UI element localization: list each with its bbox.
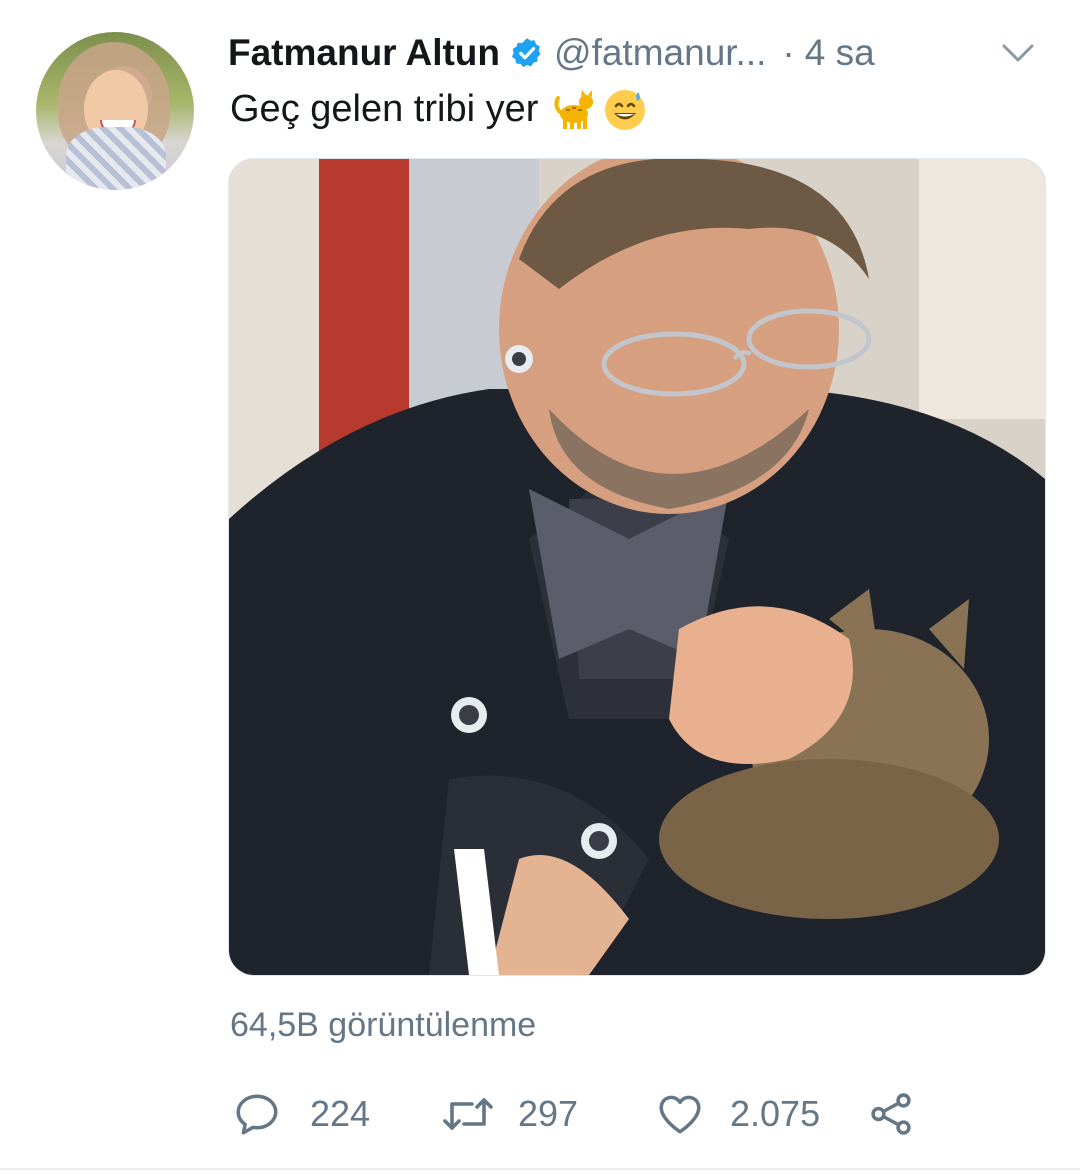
like-count: 2.075: [730, 1093, 821, 1134]
divider: [0, 1168, 1080, 1170]
avatar[interactable]: [36, 32, 194, 190]
like-button[interactable]: 2.075: [654, 1086, 820, 1142]
share-button[interactable]: [866, 1086, 916, 1142]
grinning-sweat-emoji: [602, 86, 648, 132]
tweet-text-content: Geç gelen tribi yer: [230, 87, 539, 130]
tweet-media-video[interactable]: [228, 158, 1046, 976]
reply-icon: [236, 1094, 278, 1135]
reply-count: 224: [310, 1093, 371, 1134]
view-count[interactable]: 64,5B görüntülenme: [230, 1006, 536, 1045]
tweet-header: Fatmanur Altun @fatmanur... · 4 sa: [228, 28, 875, 78]
chevron-down-icon[interactable]: [1000, 38, 1036, 68]
media-thumbnail: [229, 159, 1045, 975]
share-icon: [871, 1093, 911, 1135]
tweet[interactable]: Fatmanur Altun @fatmanur... · 4 sa Geç g…: [0, 0, 1080, 1175]
reply-button[interactable]: 224: [232, 1086, 370, 1142]
retweet-count: 297: [518, 1093, 579, 1134]
separator-dot: ·: [782, 32, 795, 73]
tweet-actions: 224 297 2.075: [232, 1086, 932, 1142]
retweet-icon: [443, 1098, 493, 1130]
heart-icon: [659, 1095, 701, 1134]
cat-emoji: [552, 86, 598, 132]
author-handle[interactable]: @fatmanur...: [554, 32, 766, 74]
verified-badge-icon: [510, 36, 544, 70]
tweet-time[interactable]: 4 sa: [805, 32, 875, 74]
author-display-name[interactable]: Fatmanur Altun: [228, 32, 500, 74]
tweet-text: Geç gelen tribi yer: [230, 86, 648, 132]
avatar-scarf: [66, 127, 166, 190]
retweet-button[interactable]: 297: [440, 1086, 578, 1142]
